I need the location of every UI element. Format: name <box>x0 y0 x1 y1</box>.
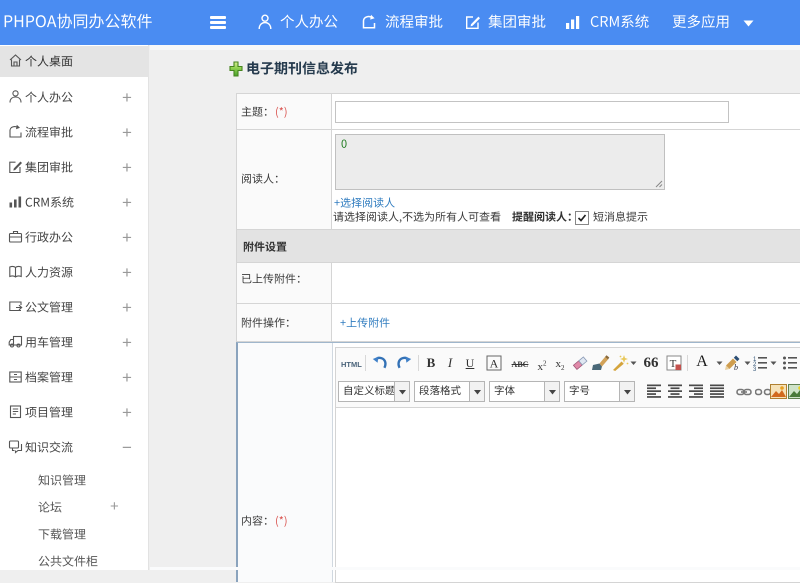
svg-text:b: b <box>734 363 738 371</box>
svg-text:A: A <box>490 357 499 371</box>
svg-text:3: 3 <box>753 367 757 371</box>
